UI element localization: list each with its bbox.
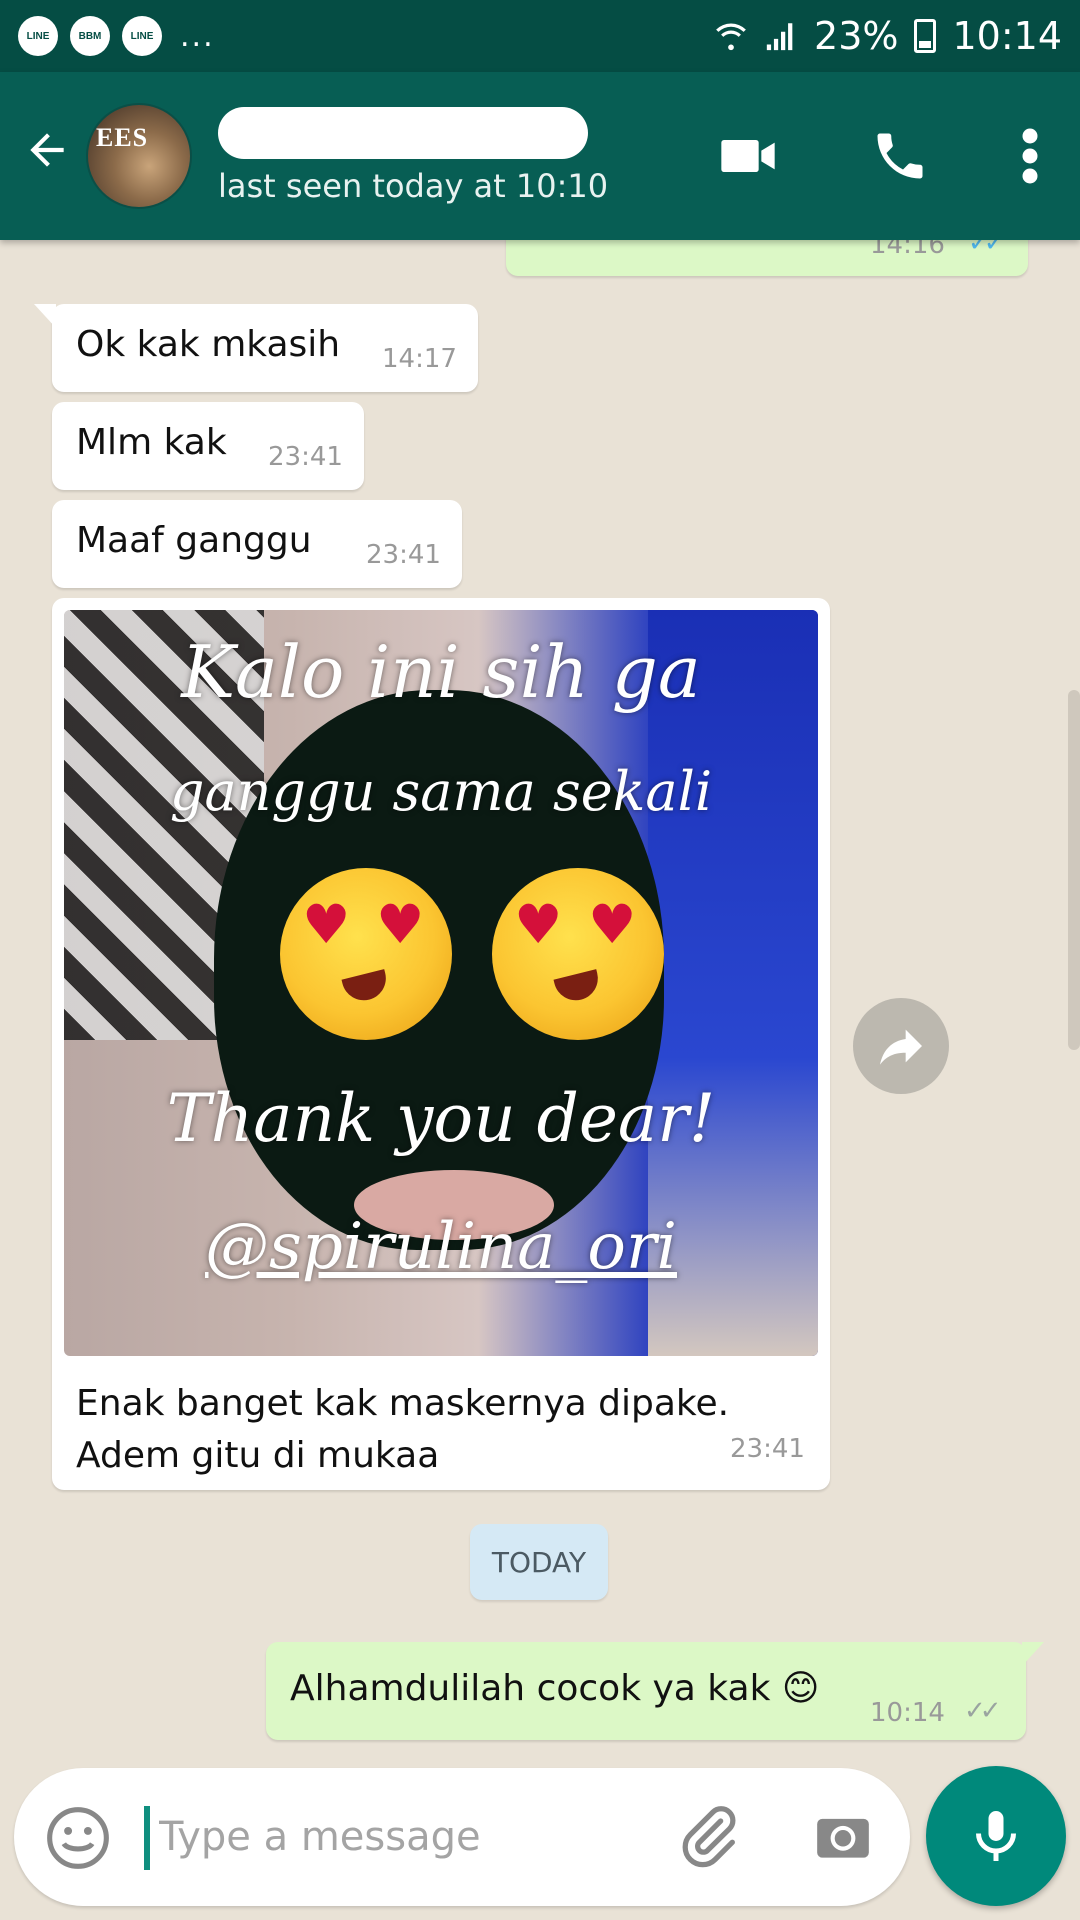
attach-icon[interactable] <box>674 1802 744 1872</box>
text-cursor <box>144 1806 150 1870</box>
mic-button[interactable] <box>926 1766 1066 1906</box>
video-call-icon[interactable] <box>716 124 780 188</box>
message-incoming[interactable]: Maaf ganggu 23:41 <box>52 500 462 588</box>
message-text: Ok kak mkasih <box>76 324 341 365</box>
message-outgoing-partial[interactable]: 14:16 ✓✓ <box>506 240 1028 276</box>
battery-percent: 23% <box>814 14 899 58</box>
bbm-app-icon: BBM <box>70 16 110 56</box>
signal-icon <box>766 23 793 51</box>
message-outgoing[interactable]: Alhamdulilah cocok ya kak 😊 10:14 ✓✓ <box>266 1642 1044 1740</box>
photo-overlay-text: @spirulina_ori <box>205 1210 677 1284</box>
clock: 10:14 <box>952 14 1062 58</box>
message-time: 23:41 <box>268 442 343 472</box>
message-composer <box>14 1768 910 1906</box>
message-incoming[interactable]: Mlm kak 23:41 <box>52 402 364 490</box>
wifi-icon <box>716 23 746 51</box>
message-time: 14:16 <box>870 240 945 260</box>
battery-icon <box>914 19 937 53</box>
chat-header: EES last seen today at 10:10 <box>0 72 1080 240</box>
chat-area[interactable]: 14:16 ✓✓ Ok kak mkasih 14:17 Mlm kak 23:… <box>0 240 1080 1765</box>
line-app-icon: LINE <box>122 16 162 56</box>
read-ticks-icon: ✓✓ <box>968 240 1005 258</box>
last-seen-status: last seen today at 10:10 <box>218 167 609 205</box>
message-text: Alhamdulilah cocok ya kak 😊 <box>290 1668 820 1709</box>
image-caption: Enak banget kak maskernya dipake. Adem g… <box>76 1378 729 1482</box>
back-arrow-icon[interactable] <box>22 124 82 189</box>
scrollbar[interactable] <box>1068 690 1080 1050</box>
message-time: 14:17 <box>382 344 457 374</box>
caption-line: Enak banget kak maskernya dipake. <box>76 1383 730 1424</box>
avatar[interactable]: EES <box>86 103 192 209</box>
photo-overlay-text: ganggu sama sekali <box>169 760 713 823</box>
mic-icon <box>976 1811 1016 1861</box>
photo-overlay-text: Thank you dear! <box>166 1080 716 1157</box>
message-time: 23:41 <box>730 1434 805 1464</box>
emoji-icon[interactable] <box>44 1804 112 1872</box>
avatar-text: EES <box>96 123 149 152</box>
heart-eyes-emoji-icon: ♥ ♥ <box>492 868 664 1040</box>
caption-line: Adem gitu di mukaa <box>76 1435 440 1476</box>
heart-eyes-emoji-icon: ♥ ♥ <box>280 868 452 1040</box>
message-incoming[interactable]: Ok kak mkasih 14:17 <box>34 304 478 392</box>
message-image[interactable]: Kalo ini sih ga ganggu sama sekali ♥ ♥ ♥ ♥… <box>52 598 830 1490</box>
more-notifications: ... <box>180 18 215 54</box>
message-time: 10:14 <box>870 1698 945 1728</box>
message-input[interactable] <box>159 1802 659 1872</box>
message-text: Maaf ganggu <box>76 520 312 561</box>
status-bar: LINE BBM LINE ... 23% 10:14 <box>0 0 1080 72</box>
more-vert-icon[interactable] <box>1020 126 1040 186</box>
message-photo[interactable]: Kalo ini sih ga ganggu sama sekali ♥ ♥ ♥ ♥… <box>64 610 818 1356</box>
photo-overlay-text: Kalo ini sih ga <box>181 630 701 714</box>
redacted-contact-name <box>218 107 588 159</box>
message-text: Mlm kak <box>76 422 227 463</box>
contact-info[interactable]: last seen today at 10:10 <box>218 107 716 205</box>
date-separator: TODAY <box>470 1524 608 1600</box>
message-time: 23:41 <box>366 540 441 570</box>
line-app-icon: LINE <box>18 16 58 56</box>
camera-icon[interactable] <box>812 1806 874 1868</box>
delivered-ticks-icon: ✓✓ <box>964 1696 1001 1726</box>
forward-icon[interactable] <box>853 998 949 1094</box>
phone-icon[interactable] <box>870 126 930 186</box>
